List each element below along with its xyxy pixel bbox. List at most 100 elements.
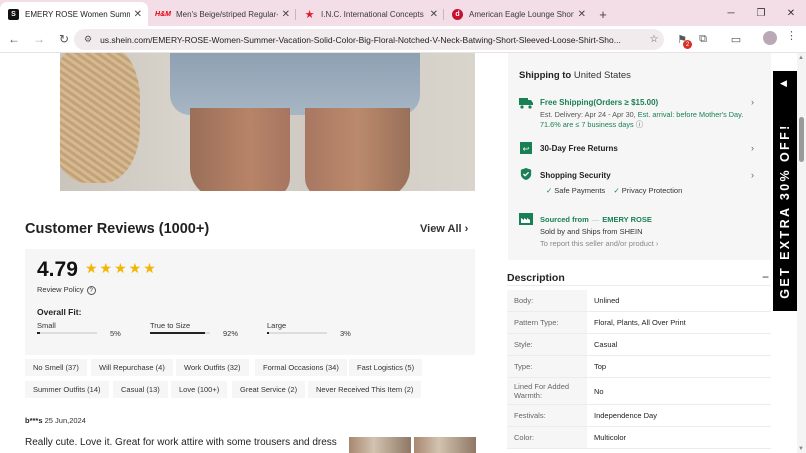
- help-icon[interactable]: ?: [86, 286, 96, 295]
- review-photo[interactable]: [349, 437, 411, 453]
- report-seller-link[interactable]: To report this seller and/or product ›: [540, 239, 658, 248]
- restore-icon[interactable]: ❐: [746, 8, 776, 19]
- table-row: Pattern Type: Floral, Plants, All Over Pr…: [507, 312, 771, 334]
- close-tab-icon[interactable]: ✕: [282, 9, 290, 20]
- review-text: Really cute. Love it. Great for work att…: [25, 437, 337, 448]
- attr-value: Casual: [594, 340, 618, 349]
- review-tag[interactable]: Never Received This Item (2): [308, 381, 422, 398]
- shipping-heading: Shipping to United States: [519, 70, 631, 81]
- close-tab-icon[interactable]: ✕: [134, 9, 142, 20]
- info-icon[interactable]: ⓘ: [636, 120, 643, 129]
- tab-emery-rose[interactable]: S EMERY ROSE Women Summer Vacation ✕: [0, 2, 148, 26]
- view-all-link[interactable]: View All ›: [420, 223, 468, 235]
- review-tag[interactable]: No Smell (37): [25, 359, 87, 376]
- shipping-country[interactable]: United States: [574, 70, 631, 81]
- fit-bar: [150, 332, 210, 334]
- review-policy-link[interactable]: Review Policy?: [37, 285, 96, 295]
- collapse-icon[interactable]: −: [762, 270, 769, 284]
- more-menu-icon[interactable]: ⋮: [786, 29, 797, 42]
- attr-key: Body:: [507, 290, 587, 311]
- reload-icon[interactable]: ↻: [53, 28, 75, 50]
- product-photo[interactable]: [60, 53, 475, 191]
- factory-icon: [519, 213, 533, 225]
- brand-name[interactable]: EMERY ROSE: [602, 215, 652, 224]
- fit-percent: 3%: [340, 329, 351, 338]
- tab-american-eagle[interactable]: d American Eagle Lounge Short Sleeve ✕: [444, 2, 592, 26]
- scroll-down-icon[interactable]: ▼: [798, 446, 804, 452]
- check-icon: ✓: [546, 186, 553, 195]
- forward-arrow-icon[interactable]: →: [28, 28, 50, 50]
- shipping-label: Shipping to: [519, 70, 572, 81]
- description-title: Description: [507, 272, 565, 284]
- minimize-icon[interactable]: ─: [716, 8, 746, 19]
- sold-by: Sold by and Ships from SHEIN: [540, 227, 643, 236]
- shipping-panel: Shipping to United States Free Shipping(…: [508, 53, 771, 260]
- view-all-label: View All: [420, 223, 462, 235]
- average-score: 4.79: [37, 258, 78, 281]
- review-tag[interactable]: Casual (13): [113, 381, 168, 398]
- chevron-left-icon[interactable]: ◀: [780, 78, 787, 89]
- return-box-icon: ↩: [520, 142, 532, 154]
- review-photo[interactable]: [414, 437, 476, 453]
- site-info-icon[interactable]: ⚙: [84, 34, 92, 45]
- tab-strip: S EMERY ROSE Women Summer Vacation ✕ H&M…: [0, 0, 806, 26]
- sourced-from-label: Sourced from: [540, 215, 589, 224]
- review-tag[interactable]: Fast Logistics (5): [349, 359, 423, 376]
- review-tag[interactable]: Will Repurchase (4): [91, 359, 173, 376]
- tab-title: Men's Beige/striped Regular-Fit: [176, 9, 278, 19]
- check-icon: ✓: [613, 186, 620, 195]
- fit-bar-fill: [267, 332, 270, 334]
- chevron-right-icon[interactable]: ›: [751, 170, 754, 180]
- extension-icon[interactable]: ⚑ 2: [673, 31, 692, 49]
- promo-text: GET EXTRA 30% OFF!: [778, 123, 792, 299]
- attr-key: Color:: [507, 427, 587, 448]
- fit-bar-fill: [150, 332, 206, 334]
- review-tag[interactable]: Love (100+): [171, 381, 228, 398]
- table-row: Style: Casual: [507, 334, 771, 356]
- chevron-right-icon[interactable]: ›: [751, 143, 754, 153]
- reviewer-name: b***s: [25, 416, 43, 425]
- fit-percent: 5%: [110, 329, 121, 338]
- scrollbar-thumb[interactable]: [799, 117, 804, 162]
- shopping-security-title: Shopping Security: [540, 171, 611, 180]
- description-header[interactable]: Description −: [507, 268, 771, 286]
- scroll-up-icon[interactable]: ▲: [798, 55, 804, 61]
- bookmark-star-icon[interactable]: ☆: [644, 34, 664, 45]
- free-returns-title: 30-Day Free Returns: [540, 144, 618, 153]
- leg-graphic: [305, 108, 410, 191]
- close-tab-icon[interactable]: ✕: [578, 9, 586, 20]
- table-row: Lined For Added Warmth: No: [507, 378, 771, 405]
- review-tag[interactable]: Summer Outfits (14): [25, 381, 109, 398]
- review-tag[interactable]: Work Outfits (32): [176, 359, 249, 376]
- profile-avatar[interactable]: [763, 31, 777, 45]
- side-panel-icon[interactable]: ▭: [727, 31, 745, 48]
- safe-payments-label: Safe Payments: [554, 186, 606, 195]
- close-tab-icon[interactable]: ✕: [430, 9, 438, 20]
- fit-large: Large 3%: [267, 321, 377, 338]
- chevron-right-icon[interactable]: ›: [751, 97, 754, 107]
- truck-icon: [519, 98, 533, 109]
- attr-value: Multicolor: [594, 433, 627, 442]
- promo-side-banner[interactable]: ◀ GET EXTRA 30% OFF!: [773, 71, 797, 311]
- attr-value: Independence Day: [594, 411, 657, 420]
- browser-toolbar: ← → ↻ ⚙ us.shein.com/EMERY-ROSE-Women-Su…: [0, 26, 806, 53]
- review-tag[interactable]: Great Service (2): [232, 381, 306, 398]
- window-controls: ─ ❐ ✕: [716, 0, 806, 26]
- table-row: Type: Top: [507, 356, 771, 378]
- attr-key: Festivals:: [507, 405, 587, 426]
- close-window-icon[interactable]: ✕: [776, 8, 806, 19]
- tab-hm[interactable]: H&M Men's Beige/striped Regular-Fit ✕: [148, 2, 296, 26]
- fit-bar: [37, 332, 97, 334]
- review-tag[interactable]: Formal Occasions (34): [255, 359, 347, 376]
- page-scrollbar[interactable]: ▲ ▼: [797, 53, 806, 453]
- address-bar[interactable]: ⚙ us.shein.com/EMERY-ROSE-Women-Summer-V…: [74, 29, 664, 50]
- fit-label: Small: [37, 321, 56, 330]
- attr-key: Pattern Type:: [507, 312, 587, 333]
- extensions-puzzle-icon[interactable]: ⧉: [694, 31, 712, 48]
- new-tab-button[interactable]: +: [592, 2, 614, 26]
- description-table: Body: Unlined Pattern Type: Floral, Plants…: [507, 290, 771, 449]
- fit-true-to-size: True to Size 92%: [150, 321, 260, 338]
- tab-macys[interactable]: ★ I.N.C. International Concepts Women ✕: [296, 2, 444, 26]
- back-arrow-icon[interactable]: ←: [3, 28, 25, 50]
- attr-value: Top: [594, 362, 607, 371]
